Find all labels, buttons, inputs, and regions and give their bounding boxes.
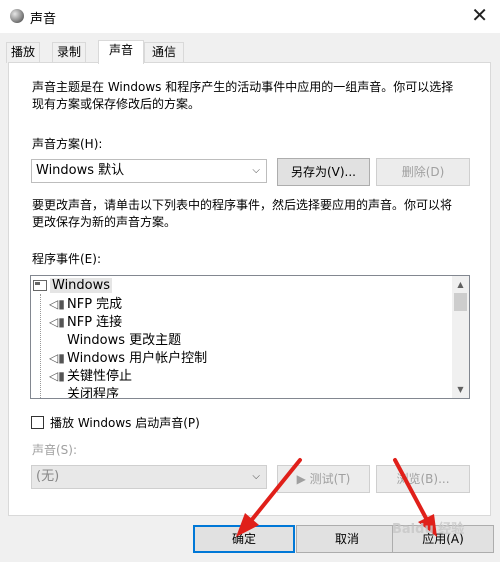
- list-item-label: Windows 更改主题: [67, 333, 182, 348]
- speaker-icon: ◁▮: [49, 351, 65, 365]
- ok-button[interactable]: 确定: [193, 525, 295, 553]
- scheme-select[interactable]: Windows 默认 ⌵: [31, 159, 267, 183]
- scroll-down-icon[interactable]: ▼: [452, 381, 469, 398]
- list-item[interactable]: ◁▮ NFP 连接: [31, 313, 122, 331]
- sounds-select-value: (无): [36, 469, 60, 484]
- events-label: 程序事件(E):: [32, 252, 101, 266]
- tab-recording[interactable]: 录制: [52, 42, 86, 63]
- save-as-button[interactable]: 另存为(V)...: [277, 158, 370, 186]
- sounds-label: 声音(S):: [32, 443, 78, 457]
- tab-sounds[interactable]: 声音: [98, 40, 144, 64]
- program-events-list[interactable]: Windows ◁▮NFP 完成 ◁▮NFP 连接 ◁▮Windows 更改主题…: [30, 275, 470, 399]
- window-icon: [33, 280, 47, 291]
- startup-sound-checkbox[interactable]: [31, 416, 44, 429]
- intro-line-1: 声音主题是在 Windows 和程序产生的活动事件中应用的一组声音。你可以选择: [32, 80, 454, 94]
- window-title: 声音: [30, 12, 57, 27]
- chevron-down-icon: ⌵: [252, 471, 260, 482]
- scroll-up-icon[interactable]: ▲: [452, 276, 469, 293]
- delete-button[interactable]: 删除(D): [376, 158, 470, 186]
- test-button[interactable]: ▶ 测试(T): [277, 465, 370, 493]
- list-group-windows[interactable]: Windows: [33, 277, 113, 295]
- list-group-label: Windows: [50, 278, 113, 293]
- test-button-label: 测试(T): [309, 472, 351, 486]
- intro-line-2: 现有方案或保存修改后的方案。: [32, 97, 201, 111]
- list-item-label: 关闭程序: [67, 387, 120, 399]
- scheme-select-value: Windows 默认: [36, 163, 125, 178]
- speaker-icon: ◁▮: [49, 315, 65, 329]
- list-item[interactable]: ◁▮Windows 更改主题: [31, 331, 181, 349]
- list-item-label: 关键性停止: [67, 369, 133, 384]
- list-item[interactable]: ◁▮关闭程序: [31, 385, 120, 399]
- change-hint-line-2: 更改保存为新的声音方案。: [32, 215, 177, 229]
- tab-communications[interactable]: 通信: [144, 42, 184, 63]
- vertical-scrollbar[interactable]: ▲ ▼: [452, 276, 469, 398]
- list-item[interactable]: ◁▮ Windows 用户帐户控制: [31, 349, 207, 367]
- play-icon: ▶: [296, 472, 306, 486]
- title-bar: 声音 ✕: [0, 0, 500, 33]
- tab-playback[interactable]: 播放: [6, 42, 40, 63]
- sounds-select[interactable]: (无) ⌵: [31, 465, 267, 489]
- close-icon[interactable]: ✕: [471, 3, 488, 27]
- cancel-button[interactable]: 取消: [296, 525, 398, 553]
- speaker-icon: ◁▮: [49, 297, 65, 311]
- scroll-thumb[interactable]: [454, 293, 467, 311]
- watermark: Baidu 经验: [392, 522, 465, 537]
- startup-sound-label[interactable]: 播放 Windows 启动声音(P): [50, 414, 200, 432]
- scheme-label: 声音方案(H):: [32, 137, 103, 151]
- list-item[interactable]: ◁▮ 关键性停止: [31, 367, 132, 385]
- chevron-down-icon: ⌵: [252, 165, 260, 176]
- list-item-label: Windows 用户帐户控制: [67, 351, 208, 366]
- browse-button[interactable]: 浏览(B)...: [376, 465, 470, 493]
- list-item-label: NFP 连接: [67, 315, 123, 330]
- list-item[interactable]: ◁▮ NFP 完成: [31, 295, 122, 313]
- change-hint-line-1: 要更改声音，请单击以下列表中的程序事件，然后选择要应用的声音。你可以将: [32, 198, 453, 212]
- list-item-label: NFP 完成: [67, 297, 123, 312]
- speaker-icon: ◁▮: [49, 369, 65, 383]
- speaker-app-icon: [10, 9, 24, 23]
